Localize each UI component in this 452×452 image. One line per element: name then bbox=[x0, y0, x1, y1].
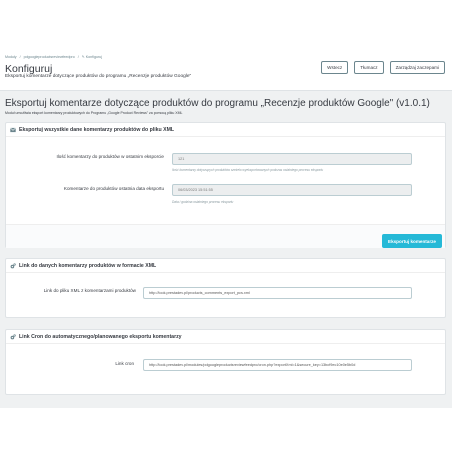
cron-panel: Link Cron do automatycznego/planowanego … bbox=[5, 329, 446, 395]
breadcrumb-separator: / bbox=[19, 55, 21, 59]
cron-link-label: Link cron bbox=[115, 361, 134, 366]
back-button[interactable]: Wstecz bbox=[321, 61, 349, 74]
cron-panel-heading: Link Cron do automatycznego/planowanego … bbox=[6, 330, 445, 344]
manage-hooks-button[interactable]: Zarządzaj zaczepami bbox=[389, 61, 445, 74]
envelope-icon bbox=[10, 127, 16, 133]
breadcrumb: Moduły / pdgoogleproductsreviewfeedpro /… bbox=[5, 55, 104, 59]
module-title: Eksportuj komentarze dotyczące produktów… bbox=[5, 98, 430, 109]
cron-panel-title: Link Cron do automatycznego/planowanego … bbox=[19, 333, 182, 340]
export-panel-footer: Eksportuj komentarze bbox=[6, 224, 445, 248]
export-panel-heading: Eksportuj wszystkie dane komentarzy prod… bbox=[6, 123, 445, 137]
last-export-date-field: 06/03/2023 15:51:55 bbox=[172, 184, 412, 196]
translate-button[interactable]: Tłumacz bbox=[354, 61, 384, 74]
last-export-date-label: Komentarze do produktów ostatnia data ek… bbox=[63, 186, 164, 191]
cogs-icon bbox=[10, 333, 16, 340]
cron-link-field[interactable]: http://look.prestadev.pl/modules/pdgoogl… bbox=[143, 359, 412, 371]
breadcrumb-item-modules[interactable]: Moduły bbox=[5, 55, 17, 59]
xml-link-label: Link do pliku XML z komentarzami produkt… bbox=[43, 288, 136, 293]
xml-link-panel-title: Link do danych komentarzy produktów w fo… bbox=[19, 262, 157, 269]
viewport: Moduły / pdgoogleproductsreviewfeedpro /… bbox=[0, 0, 452, 452]
export-panel: Eksportuj wszystkie dane komentarzy prod… bbox=[5, 122, 446, 248]
last-export-date-help: Data i godzina ostatniego procesu ekspor… bbox=[172, 200, 234, 204]
export-panel-title: Eksportuj wszystkie dane komentarzy prod… bbox=[19, 126, 175, 133]
xml-link-field[interactable]: http://look.prestadev.pl/products_commen… bbox=[143, 287, 412, 299]
xml-link-panel-heading: Link do danych komentarzy produktów w fo… bbox=[6, 259, 445, 273]
breadcrumb-separator: / bbox=[77, 55, 79, 59]
export-comments-button[interactable]: Eksportuj komentarze bbox=[382, 234, 442, 248]
toolbar: Wstecz Tłumacz Zarządzaj zaczepami bbox=[321, 61, 445, 74]
cogs-icon bbox=[10, 262, 16, 269]
last-export-count-label: Ilość komentarzy do produktów w ostatnim… bbox=[56, 154, 165, 159]
breadcrumb-item-module[interactable]: pdgoogleproductsreviewfeedpro bbox=[24, 55, 75, 59]
breadcrumb-item-configure: ✎ Konfiguruj bbox=[81, 55, 102, 59]
last-export-count-field: 121 bbox=[172, 153, 412, 165]
xml-link-panel: Link do danych komentarzy produktów w fo… bbox=[5, 258, 446, 318]
last-export-count-help: Ilość komentarzy dotyczących produktów s… bbox=[172, 168, 324, 172]
page-subtitle: Eksportuj komentarze dotyczące produktów… bbox=[5, 74, 192, 79]
module-note: Moduł umożliwia eksport komentarzy produ… bbox=[5, 111, 183, 115]
